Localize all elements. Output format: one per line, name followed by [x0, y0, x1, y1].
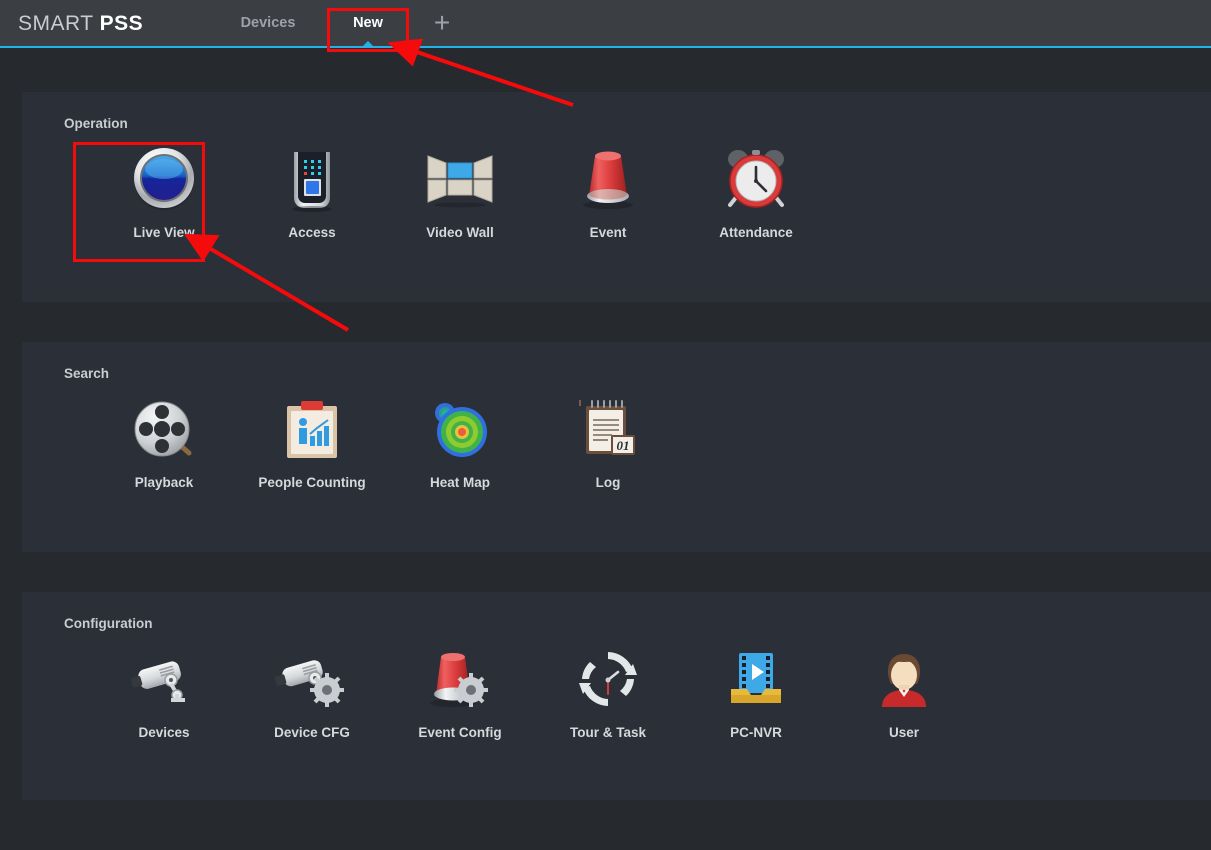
- tab-devices[interactable]: Devices: [213, 0, 323, 47]
- tile-attendance-label: Attendance: [696, 225, 816, 240]
- tile-access-label: Access: [252, 225, 372, 240]
- tile-video-wall[interactable]: Video Wall: [400, 145, 520, 240]
- heat-map-icon: [400, 395, 520, 463]
- logo-text-light: SMART: [18, 12, 100, 35]
- tile-device-cfg[interactable]: Device CFG: [252, 645, 372, 740]
- tile-devices-label: Devices: [104, 725, 224, 740]
- logo-text-bold: PSS: [100, 12, 144, 35]
- app-header: SMART PSS Devices New +: [0, 0, 1211, 47]
- section-search-title: Search: [64, 366, 109, 381]
- plus-icon[interactable]: +: [428, 9, 456, 37]
- user-icon: [844, 645, 964, 713]
- tile-attendance[interactable]: Attendance: [696, 145, 816, 240]
- app-logo: SMART PSS: [18, 12, 143, 36]
- section-configuration-title: Configuration: [64, 616, 152, 631]
- section-search: Search: [22, 342, 1211, 552]
- left-gutter: [0, 48, 22, 850]
- tile-pc-nvr-label: PC-NVR: [696, 725, 816, 740]
- tile-event-config[interactable]: Event Config: [400, 645, 520, 740]
- tab-devices-label: Devices: [241, 15, 296, 31]
- tile-event[interactable]: Event: [548, 145, 668, 240]
- playback-icon: [104, 395, 224, 463]
- tile-access[interactable]: Access: [252, 145, 372, 240]
- red-box-new-tab: [327, 8, 409, 52]
- smart-pss-window: SMART PSS Devices New + Operation: [0, 0, 1211, 850]
- add-tab-label: +: [434, 7, 450, 38]
- red-box-live-view: [73, 142, 205, 262]
- camera-gear-icon: [252, 645, 372, 713]
- tile-playback[interactable]: Playback: [104, 395, 224, 490]
- tile-people-counting[interactable]: People Counting: [252, 395, 372, 490]
- tile-tour-task[interactable]: Tour & Task: [548, 645, 668, 740]
- tile-devices[interactable]: Devices: [104, 645, 224, 740]
- tile-user-label: User: [844, 725, 964, 740]
- tile-log-label: Log: [548, 475, 668, 490]
- tile-event-label: Event: [548, 225, 668, 240]
- tile-video-wall-label: Video Wall: [400, 225, 520, 240]
- tour-task-icon: [548, 645, 668, 713]
- tile-device-cfg-label: Device CFG: [252, 725, 372, 740]
- tile-people-counting-label: People Counting: [252, 475, 372, 490]
- pc-nvr-icon: [696, 645, 816, 713]
- event-icon: [548, 145, 668, 213]
- section-configuration: Configuration: [22, 592, 1211, 800]
- tile-playback-label: Playback: [104, 475, 224, 490]
- tile-heat-map[interactable]: Heat Map: [400, 395, 520, 490]
- tile-event-config-label: Event Config: [400, 725, 520, 740]
- tile-tour-task-label: Tour & Task: [548, 725, 668, 740]
- svg-text:01: 01: [617, 438, 630, 453]
- section-operation-title: Operation: [64, 116, 128, 131]
- people-counting-icon: [252, 395, 372, 463]
- tile-heat-map-label: Heat Map: [400, 475, 520, 490]
- video-wall-icon: [400, 145, 520, 213]
- access-icon: [252, 145, 372, 213]
- attendance-icon: [696, 145, 816, 213]
- tile-user[interactable]: User: [844, 645, 964, 740]
- tile-pc-nvr[interactable]: PC-NVR: [696, 645, 816, 740]
- log-icon: 01: [548, 395, 668, 463]
- camera-icon: [104, 645, 224, 713]
- tile-log[interactable]: 01 Log: [548, 395, 668, 490]
- siren-gear-icon: [400, 645, 520, 713]
